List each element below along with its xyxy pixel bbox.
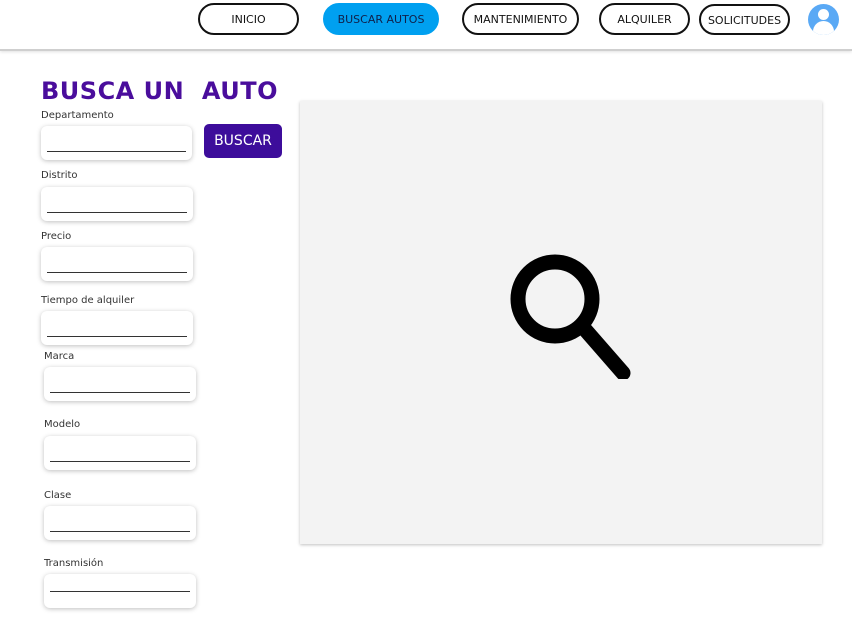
- nav-solicitudes-button[interactable]: SOLICITUDES: [699, 4, 790, 35]
- user-avatar-icon[interactable]: [808, 4, 839, 35]
- marca-label: Marca: [44, 351, 75, 362]
- distrito-label: Distrito: [41, 170, 78, 181]
- departamento-label: Departamento: [41, 110, 114, 121]
- tiempo-de-alquiler-label: Tiempo de alquiler: [41, 295, 135, 306]
- page-title: BUSCA UN AUTO: [41, 77, 278, 105]
- input-underline: [50, 392, 190, 393]
- distrito-input[interactable]: [41, 187, 193, 221]
- nav-solicitudes-label: SOLICITUDES: [707, 14, 782, 27]
- modelo-input[interactable]: [44, 436, 196, 470]
- avatar-head: [818, 9, 829, 20]
- tiempo-de-alquiler-input[interactable]: [41, 311, 193, 345]
- nav-alquiler-button[interactable]: ALQUILER: [599, 3, 690, 35]
- input-underline: [47, 272, 187, 273]
- input-underline: [47, 212, 187, 213]
- modelo-label: Modelo: [44, 419, 81, 430]
- transmision-label: Transmisión: [44, 558, 104, 569]
- input-underline: [50, 531, 190, 532]
- input-underline: [47, 336, 187, 337]
- nav-inicio-label: INICIO: [231, 12, 266, 26]
- precio-input[interactable]: [41, 247, 193, 281]
- top-navigation-bar: INICIO BUSCAR AUTOS MANTENIMIENTO ALQUIL…: [0, 0, 852, 51]
- input-underline: [50, 461, 190, 462]
- results-panel: [300, 101, 822, 544]
- clase-input[interactable]: [44, 506, 196, 540]
- nav-inicio-button[interactable]: INICIO: [198, 3, 299, 35]
- clase-label: Clase: [44, 490, 72, 501]
- marca-input[interactable]: [44, 367, 196, 401]
- magnifier-icon: [510, 254, 631, 379]
- nav-buscar-autos-label: BUSCAR AUTOS: [337, 12, 425, 26]
- nav-buscar-autos-button[interactable]: BUSCAR AUTOS: [323, 3, 439, 35]
- input-underline: [47, 151, 186, 152]
- transmision-input[interactable]: [44, 574, 196, 608]
- precio-label: Precio: [41, 231, 72, 242]
- nav-mantenimiento-button[interactable]: MANTENIMIENTO: [462, 3, 579, 35]
- nav-alquiler-label: ALQUILER: [617, 12, 672, 26]
- departamento-input[interactable]: [41, 126, 192, 160]
- buscar-button[interactable]: BUSCAR: [204, 124, 282, 158]
- input-underline: [50, 591, 190, 592]
- nav-mantenimiento-label: MANTENIMIENTO: [473, 12, 568, 26]
- avatar-body: [813, 21, 834, 35]
